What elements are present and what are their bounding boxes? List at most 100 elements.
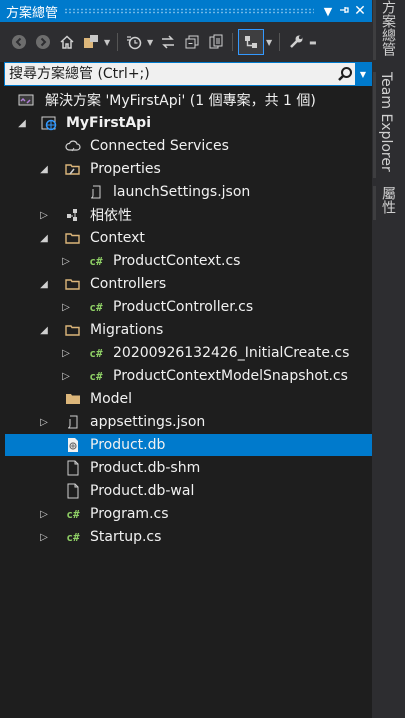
dependencies-icon xyxy=(64,206,82,224)
tree-node-launchsettings[interactable]: launchSettings.json xyxy=(0,181,372,203)
collapsed-arrow-icon[interactable]: ▷ xyxy=(60,347,72,359)
sync-with-active-document-icon[interactable] xyxy=(157,31,179,53)
window-position-dropdown-icon[interactable]: ▼ xyxy=(320,5,336,18)
open-folder-icon xyxy=(64,229,82,247)
solution-icon xyxy=(17,91,35,109)
connected-services-icon xyxy=(64,137,82,155)
tree-node-productcontroller[interactable]: ▷ c# ProductController.cs xyxy=(0,296,372,318)
search-box: ▼ xyxy=(4,62,372,86)
tree-label-productcontext: ProductContext.cs xyxy=(113,253,241,269)
toolbar-overflow-icon[interactable]: ▬ xyxy=(309,38,317,47)
tree-node-appsettings[interactable]: ▷ appsettings.json xyxy=(0,411,372,433)
tree-label-appsettings: appsettings.json xyxy=(90,414,206,430)
panel-title: 方案總管 xyxy=(6,5,59,21)
tree-node-startup[interactable]: ▷ c# Startup.cs xyxy=(0,526,372,548)
tab-solution-explorer[interactable]: 方案總管 xyxy=(378,0,398,56)
tree-node-initialcreate[interactable]: ▷ c# 20200926132426_InitialCreate.cs xyxy=(0,342,372,364)
tree-label-productdbshm: Product.db-shm xyxy=(90,460,201,476)
collapsed-arrow-icon[interactable]: ▷ xyxy=(38,209,50,221)
expanded-arrow-icon[interactable]: ◢ xyxy=(38,232,50,244)
expanded-arrow-icon[interactable]: ◢ xyxy=(38,278,50,290)
collapsed-arrow-icon[interactable]: ▷ xyxy=(60,301,72,313)
auto-hide-pin-icon[interactable] xyxy=(336,4,352,19)
tree-node-project[interactable]: ◢ MyFirstApi xyxy=(0,112,372,134)
collapsed-arrow-icon[interactable]: ▷ xyxy=(38,416,50,428)
csharp-file-icon: c# xyxy=(66,507,80,521)
title-grip xyxy=(64,8,314,14)
json-file-icon xyxy=(87,183,105,201)
tree-node-solution[interactable]: 解決方案 'MyFirstApi' (1 個專案，共 1 個) xyxy=(0,89,372,111)
tree-label-startup: Startup.cs xyxy=(90,529,162,545)
collapsed-arrow-icon[interactable]: ▷ xyxy=(60,370,72,382)
tree-label-dependencies: 相依性 xyxy=(90,208,132,224)
file-icon xyxy=(64,482,82,500)
tree-node-productdbshm[interactable]: Product.db-shm xyxy=(0,457,372,479)
tree-label-properties: Properties xyxy=(90,161,161,177)
tree-label-migrations: Migrations xyxy=(90,322,164,338)
collapse-all-icon[interactable] xyxy=(181,31,203,53)
preview-dropdown-icon[interactable]: ▼ xyxy=(266,38,274,47)
tree-label-initialcreate: 20200926132426_InitialCreate.cs xyxy=(113,345,350,361)
toolbar-separator xyxy=(279,33,280,51)
tree-node-controllers-folder[interactable]: ◢ Controllers xyxy=(0,273,372,295)
csharp-file-icon: c# xyxy=(89,300,103,314)
tree-node-properties[interactable]: ◢ Properties xyxy=(0,158,372,180)
properties-folder-icon xyxy=(64,160,82,178)
toolbar-separator xyxy=(232,33,233,51)
panel-title-bar[interactable]: 方案總管 ▼ ✕ xyxy=(0,0,372,22)
collapsed-arrow-icon[interactable]: ▷ xyxy=(38,508,50,520)
tree-label-productdb: Product.db xyxy=(90,437,166,453)
preview-selected-items-icon[interactable] xyxy=(238,29,264,55)
tree-node-productdb[interactable]: Product.db xyxy=(5,434,372,456)
web-project-icon xyxy=(40,114,58,132)
tree-label-solution: 解決方案 'MyFirstApi' (1 個專案，共 1 個) xyxy=(45,93,316,109)
tree-node-context-folder[interactable]: ◢ Context xyxy=(0,227,372,249)
tree-label-controllers: Controllers xyxy=(90,276,167,292)
search-input[interactable] xyxy=(5,63,335,85)
closed-folder-icon xyxy=(64,390,82,408)
filter-dropdown-icon[interactable]: ▼ xyxy=(147,38,155,47)
pending-changes-filter-icon[interactable] xyxy=(123,31,145,53)
tree-node-migrations-folder[interactable]: ◢ Migrations xyxy=(0,319,372,341)
tree-label-context: Context xyxy=(90,230,145,246)
tree-node-model-folder[interactable]: Model xyxy=(0,388,372,410)
switch-views-dropdown-icon[interactable]: ▼ xyxy=(104,38,112,47)
side-tool-tabs: 方案總管 Team Explorer 屬性 xyxy=(372,0,405,718)
tree-node-productcontext[interactable]: ▷ c# ProductContext.cs xyxy=(0,250,372,272)
back-icon[interactable] xyxy=(8,31,30,53)
close-icon[interactable]: ✕ xyxy=(352,3,368,19)
csharp-file-icon: c# xyxy=(89,369,103,383)
home-icon[interactable] xyxy=(56,31,78,53)
tree-label-launchsettings: launchSettings.json xyxy=(113,184,251,200)
search-icon[interactable] xyxy=(335,63,355,85)
file-icon xyxy=(64,459,82,477)
tree-node-productdbwal[interactable]: Product.db-wal xyxy=(0,480,372,502)
tree-label-modelsnapshot: ProductContextModelSnapshot.cs xyxy=(113,368,348,384)
tree-node-dependencies[interactable]: ▷ 相依性 xyxy=(0,204,372,226)
expanded-arrow-icon[interactable]: ◢ xyxy=(16,117,28,129)
json-file-icon xyxy=(64,413,82,431)
tree-node-modelsnapshot[interactable]: ▷ c# ProductContextModelSnapshot.cs xyxy=(0,365,372,387)
tree-node-connected-services[interactable]: Connected Services xyxy=(0,135,372,157)
tab-team-explorer[interactable]: Team Explorer xyxy=(378,72,394,172)
forward-icon[interactable] xyxy=(32,31,54,53)
database-file-icon xyxy=(64,436,82,454)
show-all-files-icon[interactable] xyxy=(205,31,227,53)
tree-label-project: MyFirstApi xyxy=(66,115,152,131)
expanded-arrow-icon[interactable]: ◢ xyxy=(38,163,50,175)
search-options-dropdown-icon[interactable]: ▼ xyxy=(355,63,371,85)
expanded-arrow-icon[interactable]: ◢ xyxy=(38,324,50,336)
tab-properties[interactable]: 屬性 xyxy=(378,186,398,214)
collapsed-arrow-icon[interactable]: ▷ xyxy=(60,255,72,267)
tab-divider xyxy=(373,186,376,220)
collapsed-arrow-icon[interactable]: ▷ xyxy=(38,531,50,543)
tree-node-program[interactable]: ▷ c# Program.cs xyxy=(0,503,372,525)
solution-explorer-toolbar: ▼ ▼ ▼ ▬ xyxy=(0,22,372,62)
tab-divider xyxy=(373,0,376,60)
switch-views-icon[interactable] xyxy=(80,31,102,53)
csharp-file-icon: c# xyxy=(89,254,103,268)
open-folder-icon xyxy=(64,321,82,339)
open-folder-icon xyxy=(64,275,82,293)
properties-wrench-icon[interactable] xyxy=(285,31,307,53)
tab-divider xyxy=(373,72,376,178)
